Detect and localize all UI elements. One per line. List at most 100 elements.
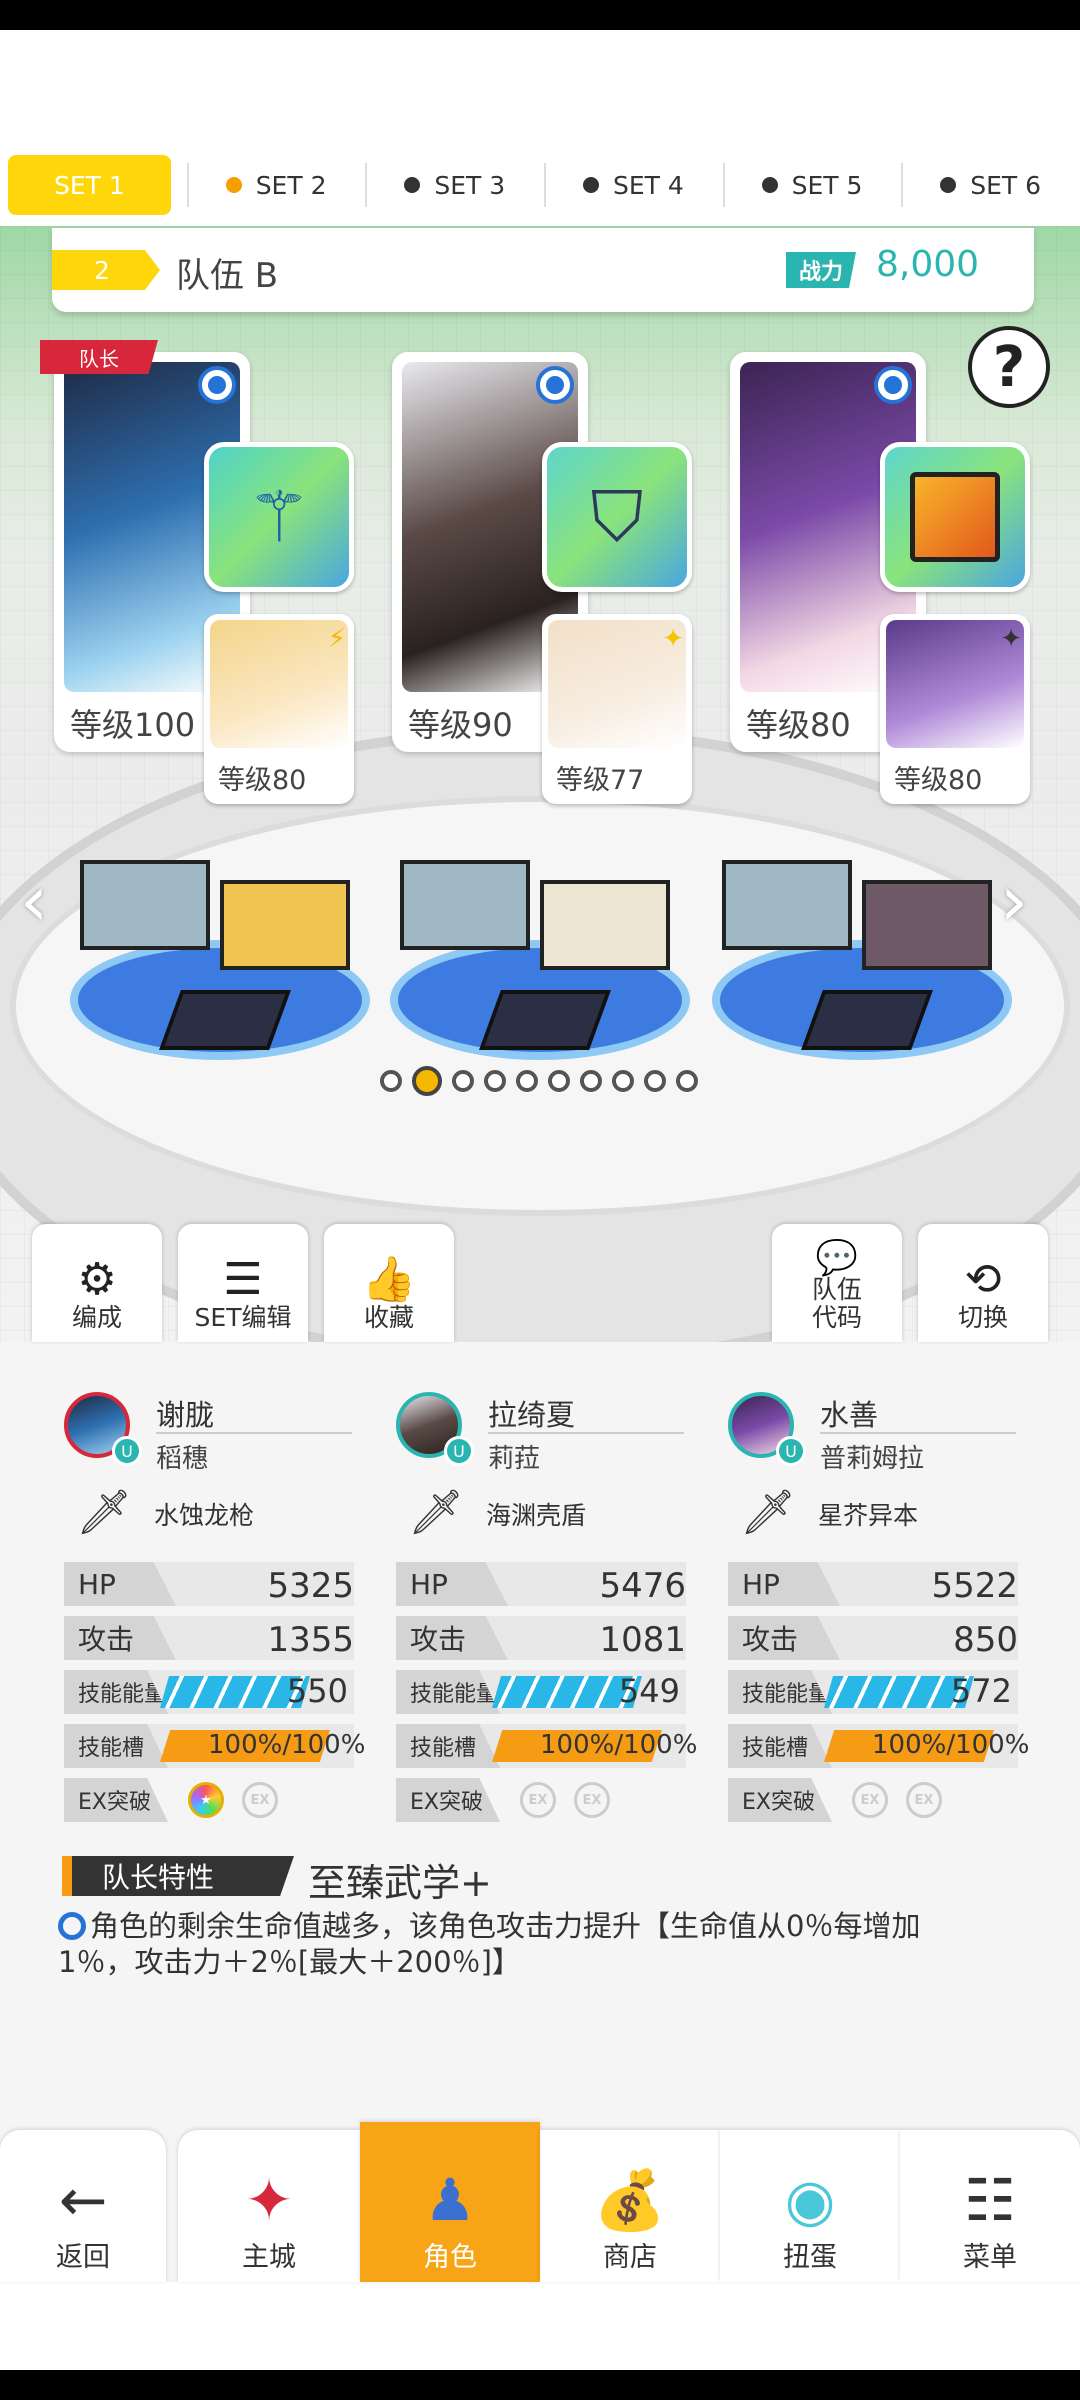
tab-set-6[interactable]: SET 6 <box>901 155 1080 215</box>
energy-value: 549 <box>618 1672 680 1710</box>
book-icon[interactable] <box>880 442 1030 592</box>
nav-character[interactable]: ♟ 角色 <box>360 2122 540 2282</box>
page-dot[interactable] <box>484 1070 506 1092</box>
slot-value: 100%/100% <box>208 1730 366 1760</box>
tab-set-2[interactable]: SET 2 <box>186 155 366 215</box>
trident-icon[interactable]: ⚚ <box>204 442 354 592</box>
ex-icon: EX <box>242 1782 278 1818</box>
u-badge-icon: U <box>444 1436 474 1466</box>
skill-slot-row: 技能槽 100%/100% <box>396 1724 697 1768</box>
attack-row: 攻击 1355 <box>64 1616 354 1660</box>
divider <box>820 1432 1016 1434</box>
stat-label: EX突破 <box>396 1778 500 1822</box>
stat-label: 攻击 <box>728 1616 840 1660</box>
favorite-button[interactable]: 👍 收藏 <box>324 1224 454 1342</box>
hp-row: HP 5476 <box>396 1562 686 1606</box>
stat-label: 技能能量 <box>728 1670 832 1714</box>
nav-label: 商店 <box>603 2242 657 2273</box>
next-arrow-icon[interactable]: › <box>1000 860 1028 942</box>
sub-hero-card-3[interactable]: ✦ 等级80 <box>880 614 1030 804</box>
nav-back[interactable]: ← 返回 <box>0 2130 166 2282</box>
attack-value: 850 <box>953 1620 1018 1660</box>
star-icon: ✦ <box>1000 624 1022 654</box>
skill-energy-row: 技能能量 572 <box>728 1670 1018 1714</box>
tab-label: SET 6 <box>970 170 1042 200</box>
hp-value: 5325 <box>267 1566 354 1606</box>
ex-icon: EX <box>852 1782 888 1818</box>
system-nav-bar <box>0 2370 1080 2400</box>
tab-label: SET 2 <box>255 170 327 200</box>
hp-row: HP 5522 <box>728 1562 1018 1606</box>
tab-set-1[interactable]: SET 1 <box>8 155 171 215</box>
page-dot[interactable] <box>612 1070 634 1092</box>
hp-row: HP 5325 <box>64 1562 354 1606</box>
slot-value: 100%/100% <box>540 1730 698 1760</box>
stat-label: 攻击 <box>396 1616 508 1660</box>
nav-shop[interactable]: 💰 商店 <box>540 2130 720 2282</box>
switch-button[interactable]: ⟲ 切换 <box>918 1224 1048 1342</box>
ex-icon: EX <box>574 1782 610 1818</box>
nav-label: 返回 <box>56 2242 110 2273</box>
select-radio-icon[interactable] <box>198 366 236 404</box>
castle-icon: ✦ <box>244 2166 294 2234</box>
pedestal-chip <box>159 990 291 1050</box>
sub-hero-card-2[interactable]: ✦ 等级77 <box>542 614 692 804</box>
page-dot[interactable] <box>676 1070 698 1092</box>
weapon-type-icon: 🗡 <box>408 1487 464 1538</box>
weapon-type-icon: 🗡 <box>76 1487 132 1538</box>
nav-gacha[interactable]: ◉ 扭蛋 <box>720 2130 900 2282</box>
page-dot[interactable] <box>516 1070 538 1092</box>
button-label: 队伍 <box>811 1275 862 1304</box>
weapon-name: 海渊壳盾 <box>486 1501 587 1530</box>
team-code-button[interactable]: 💬 队伍 代码 <box>772 1224 902 1342</box>
ex-row: EX突破 EX EX <box>728 1778 1018 1822</box>
skill-slot-row: 技能槽 100%/100% <box>728 1724 1029 1768</box>
tab-label: SET 3 <box>434 170 506 200</box>
nav-label: 扭蛋 <box>783 2242 837 2273</box>
stat-label: HP <box>396 1562 508 1606</box>
team-name[interactable]: 队伍 B <box>176 248 278 297</box>
tab-set-5[interactable]: SET 5 <box>722 155 902 215</box>
divider <box>488 1432 684 1434</box>
team-header: 2 队伍 B 战力 8,000 <box>52 228 1034 312</box>
thumbs-up-star-icon: 👍 <box>361 1254 417 1305</box>
stat-label: 技能槽 <box>64 1724 168 1768</box>
slot-value: 100%/100% <box>872 1730 1030 1760</box>
sub-hero-card-1[interactable]: ⚡ 等级80 <box>204 614 354 804</box>
stat-label: EX突破 <box>728 1778 832 1822</box>
page-dot[interactable] <box>644 1070 666 1092</box>
tab-set-4[interactable]: SET 4 <box>544 155 723 215</box>
shield-icon[interactable]: ⛉ <box>542 442 692 592</box>
select-radio-icon[interactable] <box>536 366 574 404</box>
stat-label: EX突破 <box>64 1778 168 1822</box>
ex-row: EX突破 EX EX <box>396 1778 686 1822</box>
prev-arrow-icon[interactable]: ‹ <box>20 860 48 942</box>
page-dot[interactable] <box>380 1070 402 1092</box>
stat-label: HP <box>728 1562 840 1606</box>
page-dot[interactable] <box>580 1070 602 1092</box>
sub-hero-level: 等级77 <box>556 765 645 796</box>
nav-label: 角色 <box>423 2242 477 2273</box>
page-dot[interactable] <box>452 1070 474 1092</box>
select-radio-icon[interactable] <box>874 366 912 404</box>
nav-menu[interactable]: ☷ 菜单 <box>900 2130 1080 2282</box>
switch-arrows-icon: ⟲ <box>964 1254 1002 1305</box>
button-label: 收藏 <box>363 1303 414 1332</box>
hero-name: 拉绮夏 <box>488 1398 576 1432</box>
nav-castle[interactable]: ✦ 主城 <box>178 2130 360 2282</box>
pedestal-2 <box>390 820 690 1080</box>
weapon-name: 星芥异本 <box>818 1501 919 1530</box>
energy-value: 550 <box>286 1672 348 1710</box>
page-dot[interactable] <box>548 1070 570 1092</box>
energy-value: 572 <box>950 1672 1012 1710</box>
tab-set-3[interactable]: SET 3 <box>365 155 544 215</box>
pedestal-block <box>80 860 210 950</box>
page-dot[interactable] <box>412 1066 442 1096</box>
formation-button[interactable]: ⚙ 编成 <box>32 1224 162 1342</box>
help-icon[interactable]: ? <box>968 326 1050 408</box>
set-edit-button[interactable]: ☰ SET编辑 <box>178 1224 308 1342</box>
button-label: 编成 <box>71 1303 122 1332</box>
weapon-name: 水蚀龙枪 <box>154 1501 255 1530</box>
dot-icon <box>940 177 957 193</box>
weapon-type-icon: 🗡 <box>740 1487 796 1538</box>
